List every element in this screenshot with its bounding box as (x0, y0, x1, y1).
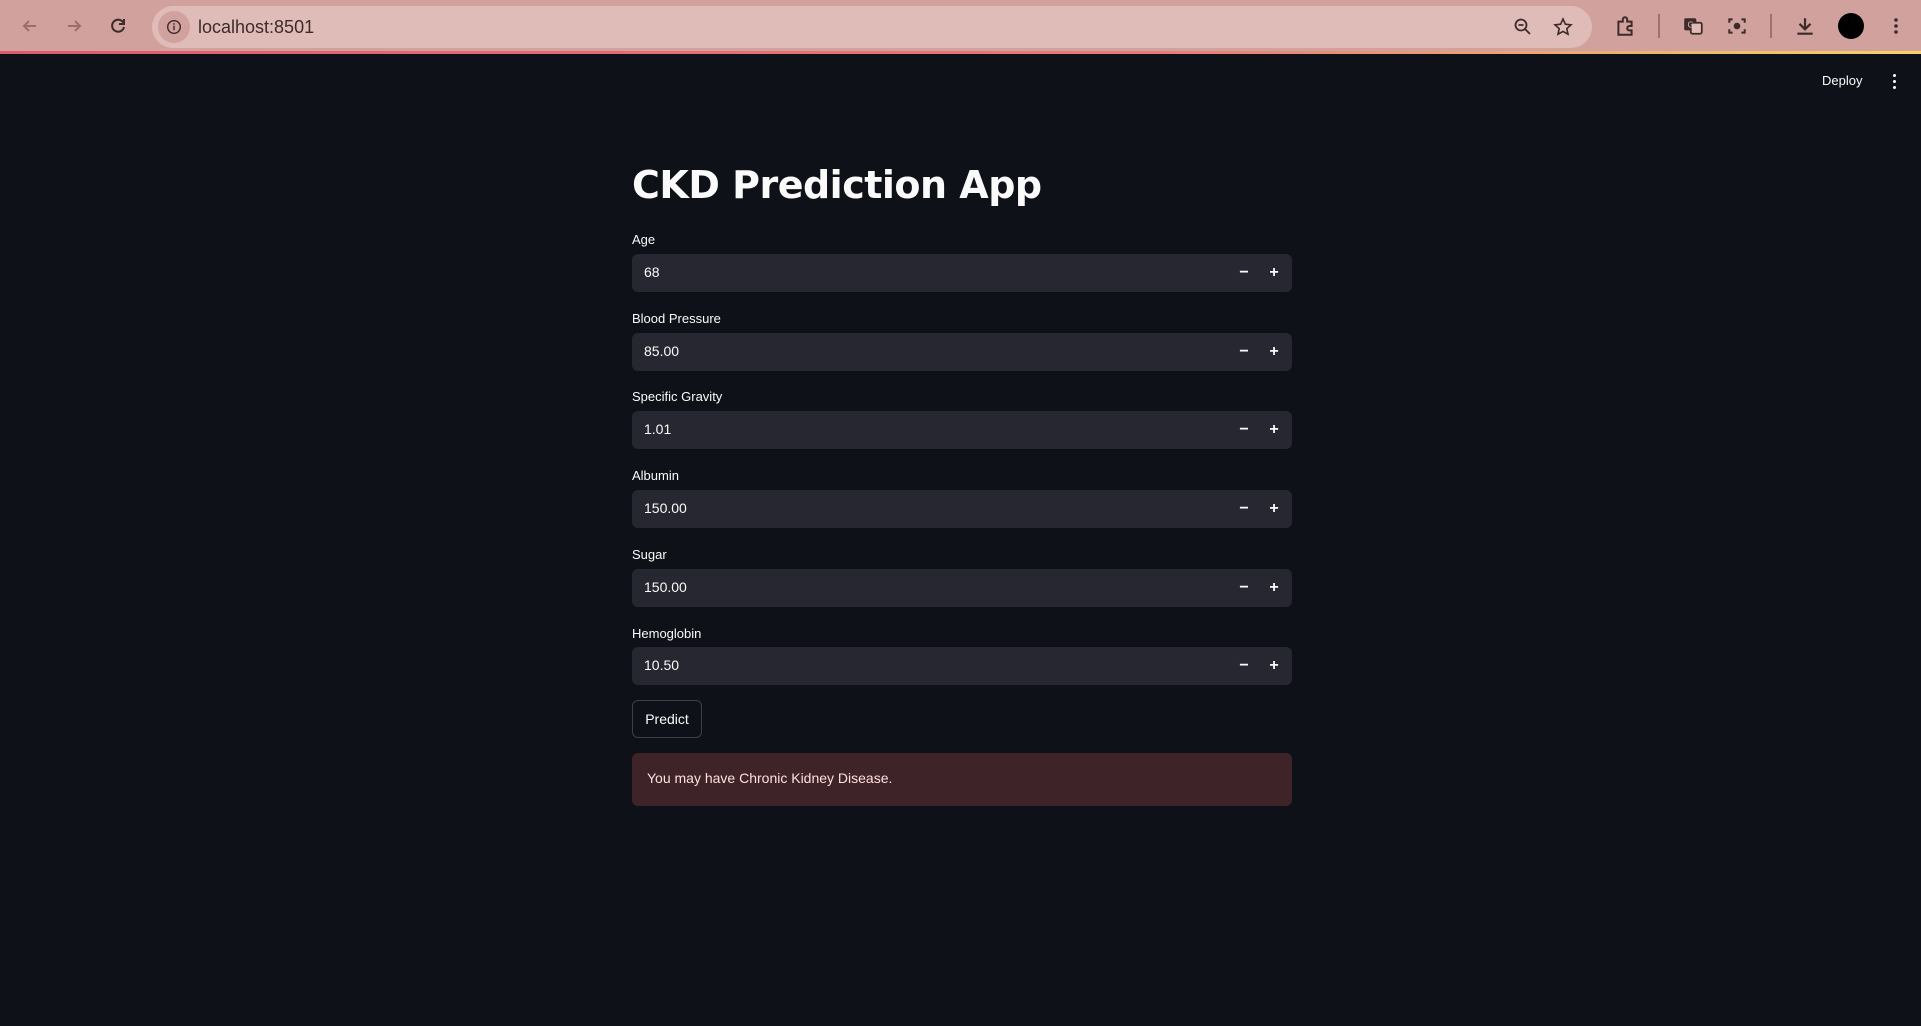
albumin-decrement-button[interactable]: − (1229, 490, 1259, 528)
url-text: localhost:8501 (198, 17, 315, 37)
hemoglobin-label: Hemoglobin (632, 626, 702, 641)
albumin-label: Albumin (632, 468, 679, 483)
age-label: Age (632, 232, 656, 247)
site-info-icon[interactable] (158, 11, 190, 43)
reload-icon[interactable] (102, 10, 134, 42)
age-decrement-button[interactable]: − (1229, 254, 1259, 292)
blood-pressure-label: Blood Pressure (632, 311, 721, 326)
screenshot-icon[interactable] (1722, 11, 1752, 41)
bookmark-star-icon[interactable] (1551, 15, 1575, 39)
specific-gravity-value[interactable]: 1.01 (644, 421, 671, 437)
forward-arrow-icon[interactable] (58, 10, 90, 42)
hemoglobin-increment-button[interactable]: + (1259, 647, 1289, 685)
browser-toolbar: localhost:8501 G (0, 0, 1921, 54)
predict-button[interactable]: Predict (632, 700, 702, 738)
result-message: You may have Chronic Kidney Disease. (647, 770, 893, 786)
toolbar-divider (1658, 14, 1660, 38)
extensions-icon[interactable] (1610, 11, 1640, 41)
svg-text:G: G (1688, 21, 1694, 30)
specific-gravity-label: Specific Gravity (632, 389, 723, 404)
page-title: CKD Prediction App (632, 163, 1042, 207)
download-icon[interactable] (1790, 11, 1820, 41)
hemoglobin-input[interactable]: 10.50 − + (632, 647, 1292, 685)
specific-gravity-increment-button[interactable]: + (1259, 411, 1289, 449)
blood-pressure-increment-button[interactable]: + (1259, 333, 1289, 371)
chrome-menu-icon[interactable] (1881, 11, 1911, 41)
albumin-value[interactable]: 150.00 (644, 500, 687, 516)
result-alert: You may have Chronic Kidney Disease. (632, 753, 1292, 806)
toolbar-divider (1770, 14, 1772, 38)
specific-gravity-decrement-button[interactable]: − (1229, 411, 1259, 449)
age-value[interactable]: 68 (644, 264, 660, 280)
profile-avatar[interactable] (1838, 13, 1864, 39)
translate-icon[interactable]: G (1678, 11, 1708, 41)
address-bar[interactable]: localhost:8501 (152, 6, 1592, 48)
specific-gravity-input[interactable]: 1.01 − + (632, 411, 1292, 449)
sugar-label: Sugar (632, 547, 667, 562)
age-input[interactable]: 68 − + (632, 254, 1292, 292)
blood-pressure-decrement-button[interactable]: − (1229, 333, 1259, 371)
zoom-icon[interactable] (1511, 15, 1535, 39)
app-container: Deploy CKD Prediction App Age 68 − + Blo… (0, 57, 1921, 1026)
deploy-button[interactable]: Deploy (1822, 73, 1862, 88)
blood-pressure-value[interactable]: 85.00 (644, 343, 679, 359)
app-menu-icon[interactable] (1884, 71, 1904, 91)
albumin-input[interactable]: 150.00 − + (632, 490, 1292, 528)
sugar-increment-button[interactable]: + (1259, 569, 1289, 607)
sugar-decrement-button[interactable]: − (1229, 569, 1259, 607)
albumin-increment-button[interactable]: + (1259, 490, 1289, 528)
back-arrow-icon[interactable] (14, 10, 46, 42)
sugar-value[interactable]: 150.00 (644, 579, 687, 595)
blood-pressure-input[interactable]: 85.00 − + (632, 333, 1292, 371)
hemoglobin-value[interactable]: 10.50 (644, 657, 679, 673)
age-increment-button[interactable]: + (1259, 254, 1289, 292)
sugar-input[interactable]: 150.00 − + (632, 569, 1292, 607)
hemoglobin-decrement-button[interactable]: − (1229, 647, 1259, 685)
